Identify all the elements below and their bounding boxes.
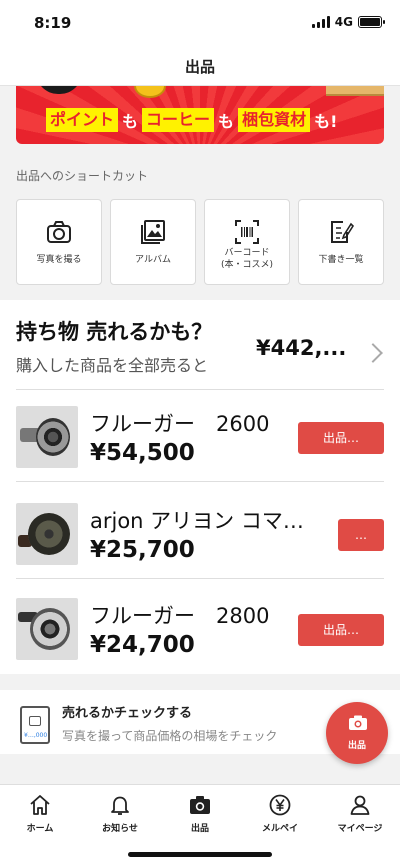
- home-icon: [30, 795, 50, 815]
- package-box-image: [326, 86, 384, 96]
- item-name: arjon アリヨン コマ…: [90, 509, 304, 533]
- shortcut-barcode[interactable]: バーコード (本・コスメ): [204, 199, 290, 285]
- shortcut-label-line1: バーコード: [224, 248, 270, 258]
- banner-mo: も: [218, 112, 235, 131]
- banner-mo: も: [122, 112, 139, 131]
- sell-fab-button[interactable]: 出品: [326, 702, 388, 764]
- status-indicators: 4G: [311, 15, 385, 29]
- item-price: ¥25,700: [90, 537, 195, 563]
- tab-label: ホーム: [26, 824, 54, 834]
- banner-mo: も!: [314, 112, 338, 131]
- tab-home[interactable]: ホーム: [0, 793, 80, 834]
- bell-icon: [111, 796, 129, 815]
- point-coin-image: [134, 86, 166, 98]
- tab-label: 出品: [190, 824, 209, 834]
- shortcut-album[interactable]: アルバム: [110, 199, 196, 285]
- shortcut-grid: 写真を撮る アルバム バーコード (本・コスメ) 下書き一覧: [16, 199, 384, 285]
- price-check-title: 売れるかチェックする: [62, 706, 193, 721]
- banner-chip-coffee: コーヒー: [142, 108, 215, 132]
- camera-icon: [47, 221, 71, 243]
- camera-icon: [190, 796, 210, 814]
- banner-chip-packing: 梱包資材: [238, 108, 311, 132]
- promo-banner[interactable]: ポイント も コーヒー も 梱包資材 も!: [16, 86, 384, 144]
- shortcut-take-photo[interactable]: 写真を撮る: [16, 199, 102, 285]
- shortcut-label: アルバム: [135, 255, 171, 265]
- tab-label: メルペイ: [261, 824, 298, 834]
- item-thumbnail: [16, 598, 78, 660]
- network-label: 4G: [334, 15, 353, 29]
- album-icon: [141, 220, 165, 244]
- item-name: フルーガー 2600: [90, 412, 270, 436]
- draft-icon: [331, 221, 355, 243]
- battery-icon: [358, 16, 385, 28]
- tab-label: お知らせ: [102, 824, 138, 834]
- shortcut-label-line2: (本・コスメ): [220, 260, 274, 270]
- sellable-subtitle: 購入した商品を全部売ると: [16, 356, 209, 375]
- chevron-right-icon: [363, 343, 383, 363]
- tab-sell[interactable]: 出品: [160, 793, 240, 834]
- tab-notifications[interactable]: お知らせ: [80, 793, 160, 834]
- status-time: 8:19: [34, 14, 72, 32]
- page-title: 出品: [184, 58, 215, 76]
- shortcut-label: 写真を撮る: [36, 255, 82, 265]
- shortcut-drafts[interactable]: 下書き一覧: [298, 199, 384, 285]
- tab-label: マイページ: [337, 824, 383, 834]
- sellable-title: 持ち物 売れるかも？: [16, 320, 213, 344]
- signal-icon: [311, 16, 330, 28]
- sellable-summary[interactable]: 持ち物 売れるかも？ 購入した商品を全部売ると ¥442,...: [16, 316, 384, 390]
- item-name: フルーガー 2800: [90, 604, 270, 628]
- sell-item-button[interactable]: …: [338, 519, 384, 551]
- shortcut-section-label: 出品へのショートカット: [16, 169, 149, 183]
- sell-screen: 8:19 4G 出品 ポイント も コーヒー も 梱包資材 も! 出品へのショー…: [0, 0, 400, 866]
- item-thumbnail: [16, 503, 78, 565]
- phone-price-icon: ¥…,000: [20, 706, 50, 744]
- shortcut-label: 下書き一覧: [318, 255, 364, 265]
- item-price: ¥24,700: [90, 632, 195, 658]
- yen-icon: [269, 794, 291, 816]
- tab-mypage[interactable]: マイページ: [320, 793, 400, 834]
- camera-icon: [349, 715, 367, 730]
- nav-bar: 出品: [0, 44, 400, 86]
- fab-label: 出品: [347, 741, 366, 751]
- item-price: ¥54,500: [90, 440, 195, 466]
- list-item[interactable]: arjon アリヨン コマ… ¥25,700 …: [16, 487, 384, 579]
- sell-item-button[interactable]: 出品…: [298, 422, 384, 454]
- sellable-items-section: 持ち物 売れるかも？ 購入した商品を全部売ると ¥442,... フルーガー 2…: [0, 300, 400, 674]
- banner-chip-points: ポイント: [46, 108, 119, 132]
- banner-text: ポイント も コーヒー も 梱包資材 も!: [46, 108, 337, 132]
- phone-price-text: ¥…,000: [24, 732, 48, 739]
- list-item[interactable]: フルーガー 2800 ¥24,700 出品…: [16, 582, 384, 674]
- person-icon: [350, 795, 370, 815]
- list-item[interactable]: フルーガー 2600 ¥54,500 出品…: [16, 390, 384, 482]
- sellable-total: ¥442,...: [256, 336, 347, 360]
- sell-item-button[interactable]: 出品…: [298, 614, 384, 646]
- coffee-cup-image: [36, 86, 82, 94]
- home-indicator: [128, 852, 272, 857]
- item-thumbnail: [16, 406, 78, 468]
- tab-merpay[interactable]: メルペイ: [240, 793, 320, 834]
- barcode-icon: [235, 220, 259, 244]
- shortcut-label: バーコード (本・コスメ): [205, 247, 289, 271]
- status-bar: 8:19 4G: [0, 0, 400, 44]
- price-check-description: 写真を撮って商品価格の相場をチェック: [62, 729, 278, 743]
